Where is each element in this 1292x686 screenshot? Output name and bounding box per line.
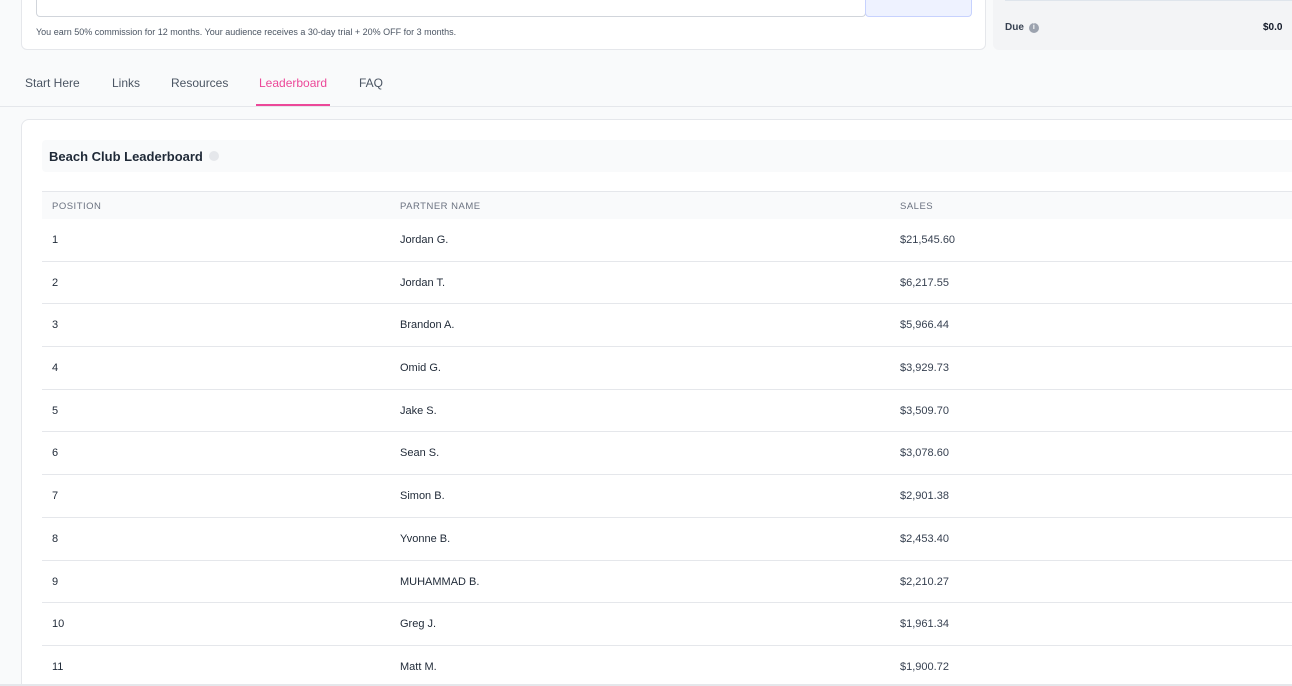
balance-card: Due i $0.0 — [993, 0, 1292, 50]
partner-name-cell: Jake S. — [400, 404, 437, 417]
partner-name-cell: Simon B. — [400, 490, 445, 503]
sales-cell: $3,078.60 — [900, 447, 949, 460]
sales-cell: $2,453.40 — [900, 532, 949, 545]
table-row: 1 Jordan G. $21,545.60 — [42, 219, 1292, 262]
sales-cell: $3,929.73 — [900, 362, 949, 375]
position-cell: 8 — [52, 532, 59, 545]
position-cell: 6 — [52, 447, 59, 460]
partner-name-cell: Yvonne B. — [400, 532, 451, 545]
table-header: POSITION PARTNER NAME SALES — [42, 191, 1292, 219]
sales-cell: $3,509.70 — [900, 404, 949, 417]
tab-start-here[interactable]: Start Here — [25, 76, 80, 105]
table-row: 2 Jordan T. $6,217.55 — [42, 262, 1292, 305]
position-cell: 5 — [52, 404, 59, 417]
partner-name-cell: Omid G. — [400, 362, 441, 375]
position-cell: 11 — [52, 660, 64, 673]
table-row: 8 Yvonne B. $2,453.40 — [42, 518, 1292, 561]
position-cell: 9 — [52, 575, 59, 588]
partner-name-cell: Brandon A. — [400, 319, 455, 332]
leaderboard-card: Beach Club Leaderboard POSITION PARTNER … — [21, 119, 1292, 686]
sales-cell: $6,217.55 — [900, 276, 949, 289]
column-header-position: POSITION — [52, 201, 102, 212]
sales-cell: $5,966.44 — [900, 319, 949, 332]
leaderboard-title: Beach Club Leaderboard — [49, 148, 203, 164]
tab-resources[interactable]: Resources — [171, 76, 228, 105]
tab-links[interactable]: Links — [112, 76, 140, 105]
balance-row-cut-off — [1005, 0, 1292, 6]
leaderboard-rows: 1 Jordan G. $21,545.60 2 Jordan T. $6,21… — [42, 219, 1292, 686]
info-icon[interactable]: i — [1028, 22, 1039, 33]
table-row: 10 Greg J. $1,961.34 — [42, 603, 1292, 646]
copy-link-button[interactable] — [865, 0, 972, 17]
program-card: You earn 50% commission for 12 months. Y… — [21, 0, 986, 50]
table-row: 5 Jake S. $3,509.70 — [42, 390, 1292, 433]
position-cell: 3 — [52, 319, 59, 332]
sales-cell: $1,961.34 — [900, 618, 949, 631]
tab-bar: Start Here Links Resources Leaderboard F… — [0, 62, 1292, 107]
tab-faq[interactable]: FAQ — [359, 76, 383, 105]
partner-name-cell: Greg J. — [400, 618, 437, 631]
due-label-text: Due — [1005, 22, 1024, 33]
sales-cell: $21,545.60 — [900, 234, 956, 246]
commission-note: You earn 50% commission for 12 months. Y… — [36, 27, 457, 37]
info-icon[interactable] — [208, 151, 219, 161]
sales-cell: $2,901.38 — [900, 490, 949, 503]
table-row: 7 Simon B. $2,901.38 — [42, 475, 1292, 518]
sales-cell: $1,900.72 — [900, 660, 949, 673]
leaderboard-header: Beach Club Leaderboard — [42, 140, 1292, 172]
partner-name-cell: Jordan T. — [400, 276, 446, 289]
due-value: $0.0 — [1263, 22, 1283, 33]
table-row: 11 Matt M. $1,900.72 — [42, 646, 1292, 686]
partner-name-cell: Jordan G. — [400, 234, 449, 246]
position-cell: 4 — [52, 362, 59, 375]
partner-name-cell: Sean S. — [400, 447, 440, 460]
position-cell: 7 — [52, 490, 59, 503]
table-row: 9 MUHAMMAD B. $2,210.27 — [42, 561, 1292, 604]
due-label: Due i — [1005, 22, 1039, 33]
position-cell: 1 — [52, 234, 59, 246]
referral-link-input[interactable] — [36, 0, 866, 17]
position-cell: 2 — [52, 276, 59, 289]
sales-cell: $2,210.27 — [900, 575, 949, 588]
partner-name-cell: MUHAMMAD B. — [400, 575, 480, 588]
column-header-sales: SALES — [900, 201, 934, 212]
table-row: 6 Sean S. $3,078.60 — [42, 432, 1292, 476]
table-row: 3 Brandon A. $5,966.44 — [42, 304, 1292, 348]
table-row: 4 Omid G. $3,929.73 — [42, 347, 1292, 390]
position-cell: 10 — [52, 618, 65, 631]
tab-leaderboard[interactable]: Leaderboard — [256, 76, 331, 106]
partner-name-cell: Matt M. — [400, 660, 437, 673]
column-header-partner-name: PARTNER NAME — [400, 201, 481, 212]
